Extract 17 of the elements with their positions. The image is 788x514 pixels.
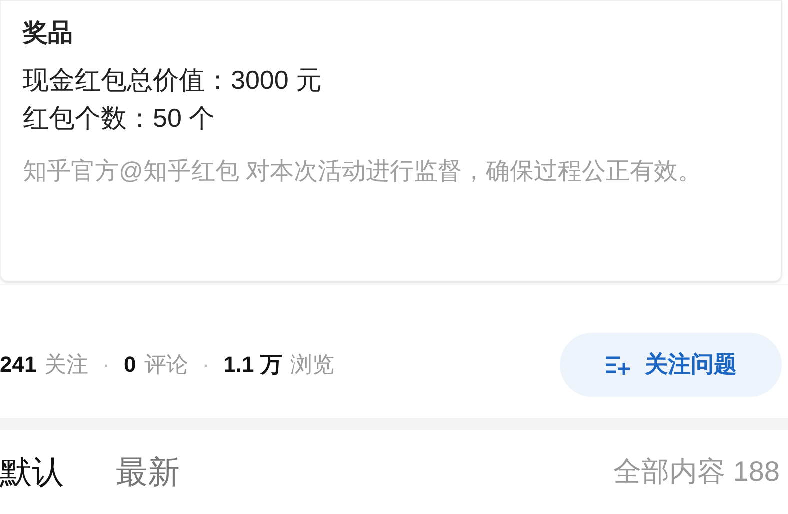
- stat-number: 241: [0, 351, 37, 379]
- sort-tab[interactable]: 默认: [0, 448, 64, 496]
- stat-label: 关注: [44, 351, 89, 379]
- prize-line: 红包个数：50 个: [23, 102, 216, 135]
- stat-number: 0: [124, 351, 136, 379]
- dot-separator: ·: [102, 351, 110, 379]
- prize-line: 现金红包总价值：3000 元: [23, 64, 324, 97]
- stat-number: 1.1 万: [224, 351, 282, 379]
- stat-label: 浏览: [290, 351, 334, 379]
- add-list-icon: [605, 354, 631, 374]
- content-count: 全部内容 188: [614, 455, 780, 489]
- card-title: 奖品: [23, 18, 74, 49]
- dot-separator: ·: [202, 351, 210, 379]
- stat-label: 评论: [144, 351, 188, 379]
- note-text: 知乎官方@知乎红包 对本次活动进行监督，确保过程公正有效。: [23, 157, 704, 187]
- sort-tab[interactable]: 最新: [116, 448, 180, 496]
- follow-question-button[interactable]: 关注问题: [560, 332, 782, 396]
